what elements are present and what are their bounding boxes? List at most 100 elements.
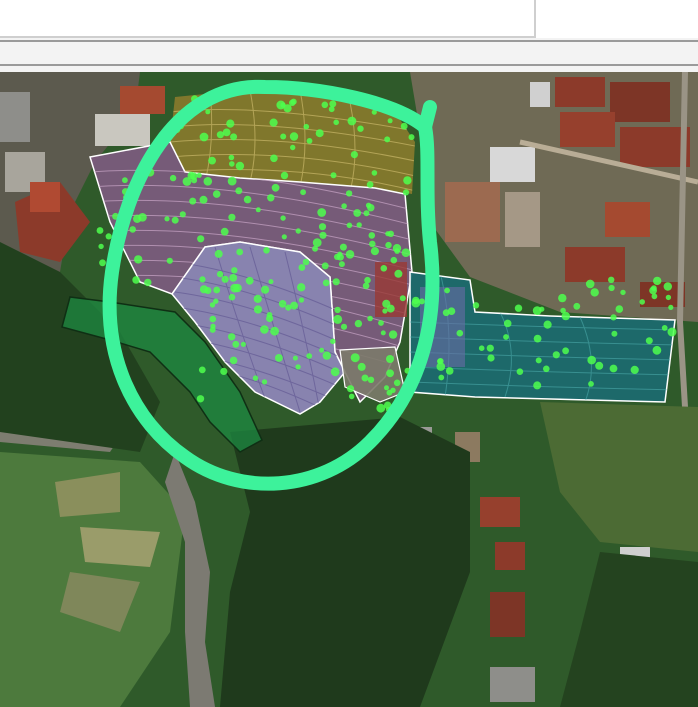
roof <box>505 192 540 247</box>
survey-point <box>356 222 362 228</box>
survey-point <box>289 132 299 141</box>
survey-point <box>543 365 550 373</box>
survey-point <box>472 302 480 309</box>
survey-point <box>322 279 330 287</box>
survey-point <box>552 351 560 359</box>
survey-point <box>261 285 270 294</box>
survey-point <box>231 267 238 274</box>
survey-point <box>212 190 221 198</box>
survey-point <box>189 197 197 205</box>
survey-point <box>318 223 327 231</box>
survey-point <box>230 133 238 141</box>
survey-point <box>539 306 545 312</box>
survey-point <box>179 211 186 218</box>
survey-point <box>558 293 567 303</box>
survey-point <box>363 210 370 217</box>
survey-point <box>364 276 371 284</box>
top-panel <box>0 0 536 38</box>
survey-point <box>354 319 363 328</box>
survey-point <box>243 195 252 204</box>
survey-point <box>334 306 341 314</box>
divider-line <box>0 40 698 42</box>
survey-point <box>386 369 394 378</box>
survey-point <box>438 374 445 381</box>
survey-point <box>661 325 668 331</box>
survey-point <box>229 161 235 167</box>
survey-point <box>361 374 369 382</box>
survey-point <box>402 189 410 196</box>
survey-point <box>266 314 274 323</box>
terrace-plot <box>80 527 160 567</box>
survey-point <box>380 265 388 272</box>
survey-point <box>595 361 604 370</box>
survey-point <box>347 116 357 126</box>
roof <box>530 82 550 107</box>
survey-point <box>387 118 393 124</box>
survey-point <box>620 289 626 296</box>
survey-point <box>543 320 552 329</box>
survey-point <box>562 347 569 355</box>
survey-point <box>535 357 542 364</box>
survey-point <box>366 181 374 188</box>
survey-point <box>370 247 379 256</box>
survey-point <box>199 132 209 142</box>
survey-point <box>645 337 653 345</box>
survey-point <box>345 190 353 197</box>
survey-point <box>418 298 425 305</box>
survey-point <box>587 355 596 365</box>
survey-point <box>99 259 106 267</box>
survey-point <box>203 177 213 186</box>
survey-point <box>235 161 245 171</box>
survey-point <box>280 171 289 180</box>
survey-point <box>213 286 221 294</box>
survey-point <box>639 299 645 305</box>
survey-point <box>303 123 310 130</box>
survey-point <box>630 365 639 374</box>
survey-point <box>384 136 391 143</box>
survey-point <box>197 235 205 243</box>
survey-point <box>290 144 296 151</box>
roof <box>480 497 520 527</box>
roof <box>490 592 525 637</box>
survey-point <box>295 228 301 234</box>
survey-point <box>478 345 485 352</box>
survey-point <box>271 183 280 192</box>
survey-point <box>376 403 386 413</box>
survey-point <box>216 270 224 278</box>
survey-point <box>278 300 287 308</box>
survey-point <box>368 232 376 239</box>
survey-point <box>653 276 662 286</box>
survey-point <box>198 366 206 374</box>
survey-point <box>208 156 217 165</box>
roof <box>495 542 525 570</box>
survey-point <box>514 304 523 312</box>
satellite-map[interactable] <box>0 72 698 707</box>
survey-point <box>665 294 672 301</box>
survey-point <box>270 326 279 336</box>
survey-point <box>380 330 386 336</box>
survey-point <box>98 243 104 250</box>
roof <box>30 182 60 212</box>
survey-point <box>611 330 618 337</box>
survey-point <box>384 385 389 391</box>
survey-point <box>350 353 360 363</box>
survey-point <box>144 278 152 287</box>
divider-line <box>0 64 698 66</box>
survey-point <box>268 279 274 285</box>
survey-point <box>394 269 403 278</box>
toolbar-strip <box>0 38 698 72</box>
map-viewport[interactable] <box>0 72 698 707</box>
survey-point <box>321 262 329 270</box>
survey-point <box>444 287 450 294</box>
roof <box>95 114 150 146</box>
survey-point <box>315 129 324 138</box>
survey-point <box>187 171 195 180</box>
survey-point <box>245 276 254 285</box>
roof <box>445 182 500 242</box>
survey-point <box>205 109 211 115</box>
survey-point <box>590 288 599 297</box>
survey-point <box>281 234 287 240</box>
survey-point <box>330 367 340 377</box>
survey-point <box>503 319 512 328</box>
survey-point <box>649 286 657 295</box>
